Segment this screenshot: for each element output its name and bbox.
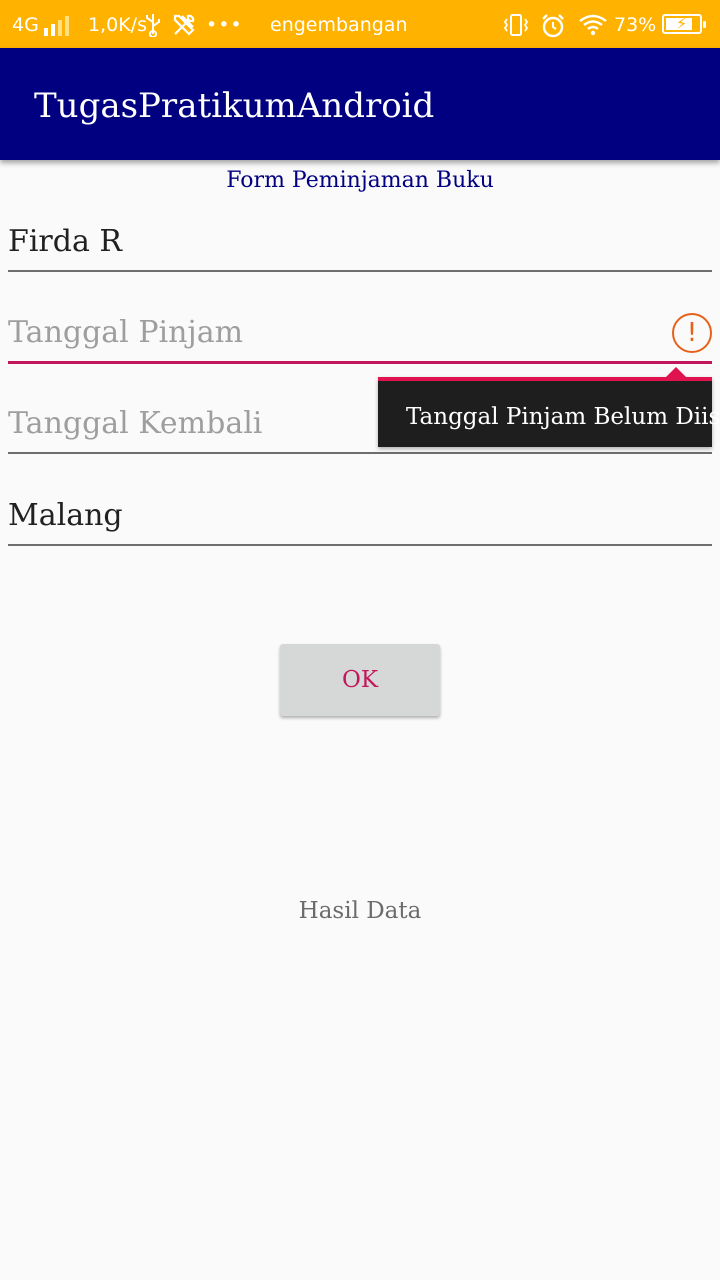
result-text: Hasil Data bbox=[298, 898, 422, 924]
notification-text: engembangan bbox=[270, 14, 408, 36]
tanggal-pinjam-placeholder: Tanggal Pinjam bbox=[8, 315, 244, 350]
battery-icon: ⚡ bbox=[662, 14, 706, 34]
alarm-icon bbox=[540, 13, 566, 45]
error-popup: Tanggal Pinjam Belum Diisi bbox=[378, 367, 720, 447]
error-message: Tanggal Pinjam Belum Diisi bbox=[406, 404, 720, 430]
more-icon: ••• bbox=[206, 14, 243, 36]
app-title: TugasPratikumAndroid bbox=[34, 86, 435, 126]
vibrate-icon bbox=[502, 13, 530, 43]
error-icon[interactable]: ! bbox=[672, 313, 712, 353]
usb-icon bbox=[144, 13, 162, 43]
tanggal-kembali-placeholder: Tanggal Kembali bbox=[8, 406, 263, 441]
address-field[interactable]: Malang bbox=[8, 486, 712, 546]
app-bar: TugasPratikumAndroid bbox=[0, 48, 720, 160]
address-field-value: Malang bbox=[8, 498, 123, 533]
network-type: 4G bbox=[12, 14, 39, 36]
error-popup-arrow bbox=[666, 367, 686, 377]
tanggal-pinjam-field[interactable]: Tanggal Pinjam ! bbox=[8, 304, 712, 364]
wifi-icon bbox=[578, 13, 608, 43]
network-speed: 1,0K/s bbox=[88, 14, 147, 36]
signal-icon bbox=[44, 14, 74, 36]
ok-button[interactable]: OK bbox=[280, 644, 440, 716]
name-field-value: Firda R bbox=[8, 224, 122, 259]
name-field[interactable]: Firda R bbox=[8, 212, 712, 272]
tools-icon bbox=[172, 13, 196, 43]
status-bar: 4G 1,0K/s ••• engembangan 73% ⚡ bbox=[0, 0, 720, 48]
battery-percent: 73% bbox=[614, 14, 657, 36]
form-title: Form Peminjaman Buku bbox=[226, 168, 494, 193]
